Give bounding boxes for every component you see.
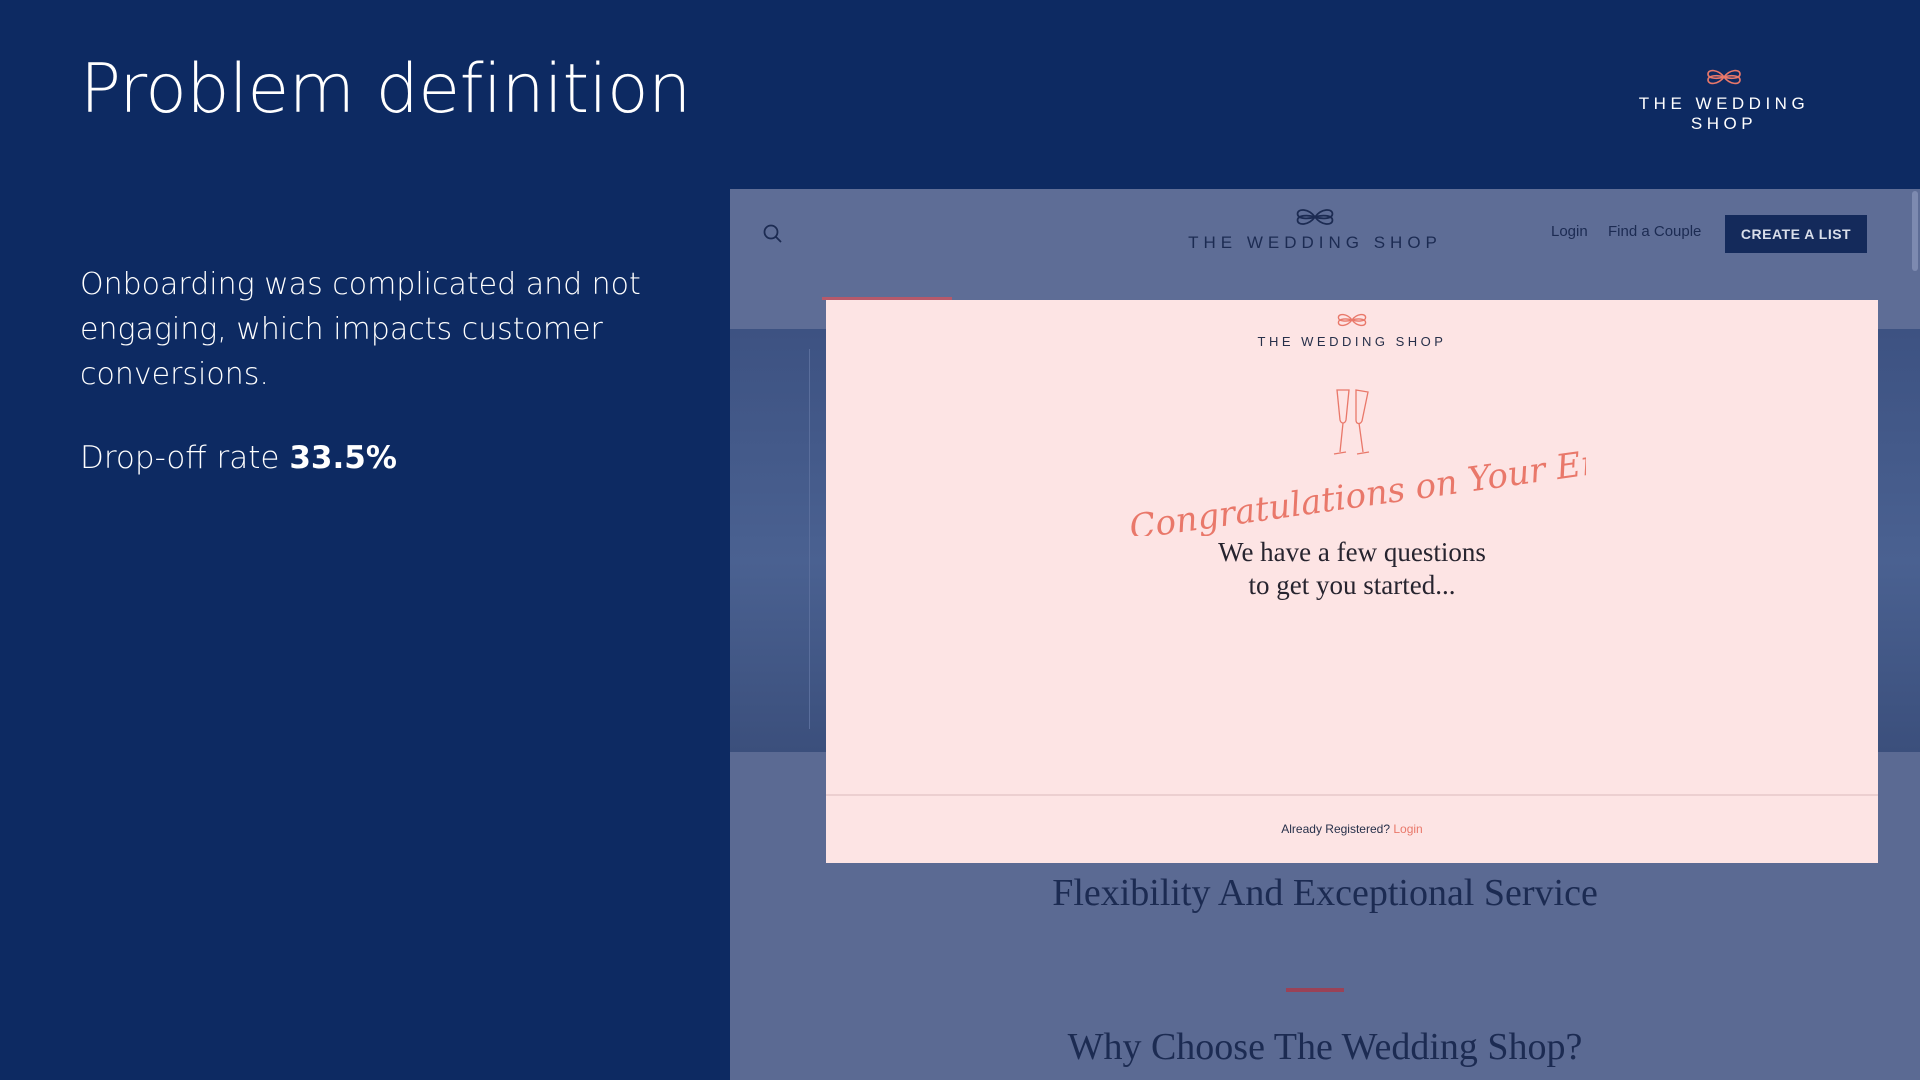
dropoff-stat: Drop-off rate 33.5%: [80, 440, 397, 476]
brand-name: THE WEDDING SHOP: [1638, 94, 1810, 133]
modal-lead-line1: We have a few questions: [1218, 537, 1486, 567]
site-logo[interactable]: THE WEDDING SHOP: [1185, 205, 1445, 253]
scrollbar[interactable]: [1912, 191, 1918, 271]
modal-lead: We have a few questions to get you start…: [826, 536, 1878, 602]
already-registered-text: Already Registered?: [1281, 822, 1390, 836]
slide-title: Problem definition: [80, 50, 691, 129]
modal-logo: THE WEDDING SHOP: [826, 310, 1878, 349]
site-login-link[interactable]: Login: [1551, 223, 1588, 240]
create-list-button[interactable]: CREATE A LIST: [1725, 215, 1867, 253]
congratulations-text: Congratulations on Your Engagement!: [1127, 436, 1586, 536]
modal-brand-name: THE WEDDING SHOP: [1257, 334, 1447, 349]
find-couple-link[interactable]: Find a Couple: [1608, 223, 1701, 240]
search-icon[interactable]: [762, 223, 784, 245]
bow-icon: [1707, 69, 1741, 85]
bow-icon: [1337, 313, 1367, 327]
site-subheading: Why Choose The Wedding Shop?: [1067, 1026, 1583, 1068]
modal-footer: Already Registered? Login: [826, 822, 1878, 836]
modal-lead-line2: to get you started...: [1248, 570, 1456, 600]
modal-login-link[interactable]: Login: [1393, 822, 1422, 836]
modal-divider: [826, 794, 1878, 796]
site-brand-name: THE WEDDING SHOP: [1188, 233, 1442, 252]
hero-door-detail: [750, 349, 810, 729]
site-tagline: Flexibility And Exceptional Service: [1052, 872, 1598, 914]
section-divider: [1286, 988, 1344, 992]
brand-logo: THE WEDDING SHOP: [1604, 66, 1844, 134]
bow-icon: [1296, 209, 1334, 225]
dropoff-label: Drop-off rate: [80, 440, 280, 476]
problem-description: Onboarding was complicated and not engag…: [80, 267, 641, 392]
dropoff-value: 33.5%: [289, 440, 397, 476]
onboarding-modal: THE WEDDING SHOP Congratulations on Your…: [826, 300, 1878, 863]
congratulations-script: Congratulations on Your Engagement!: [1127, 436, 1586, 536]
